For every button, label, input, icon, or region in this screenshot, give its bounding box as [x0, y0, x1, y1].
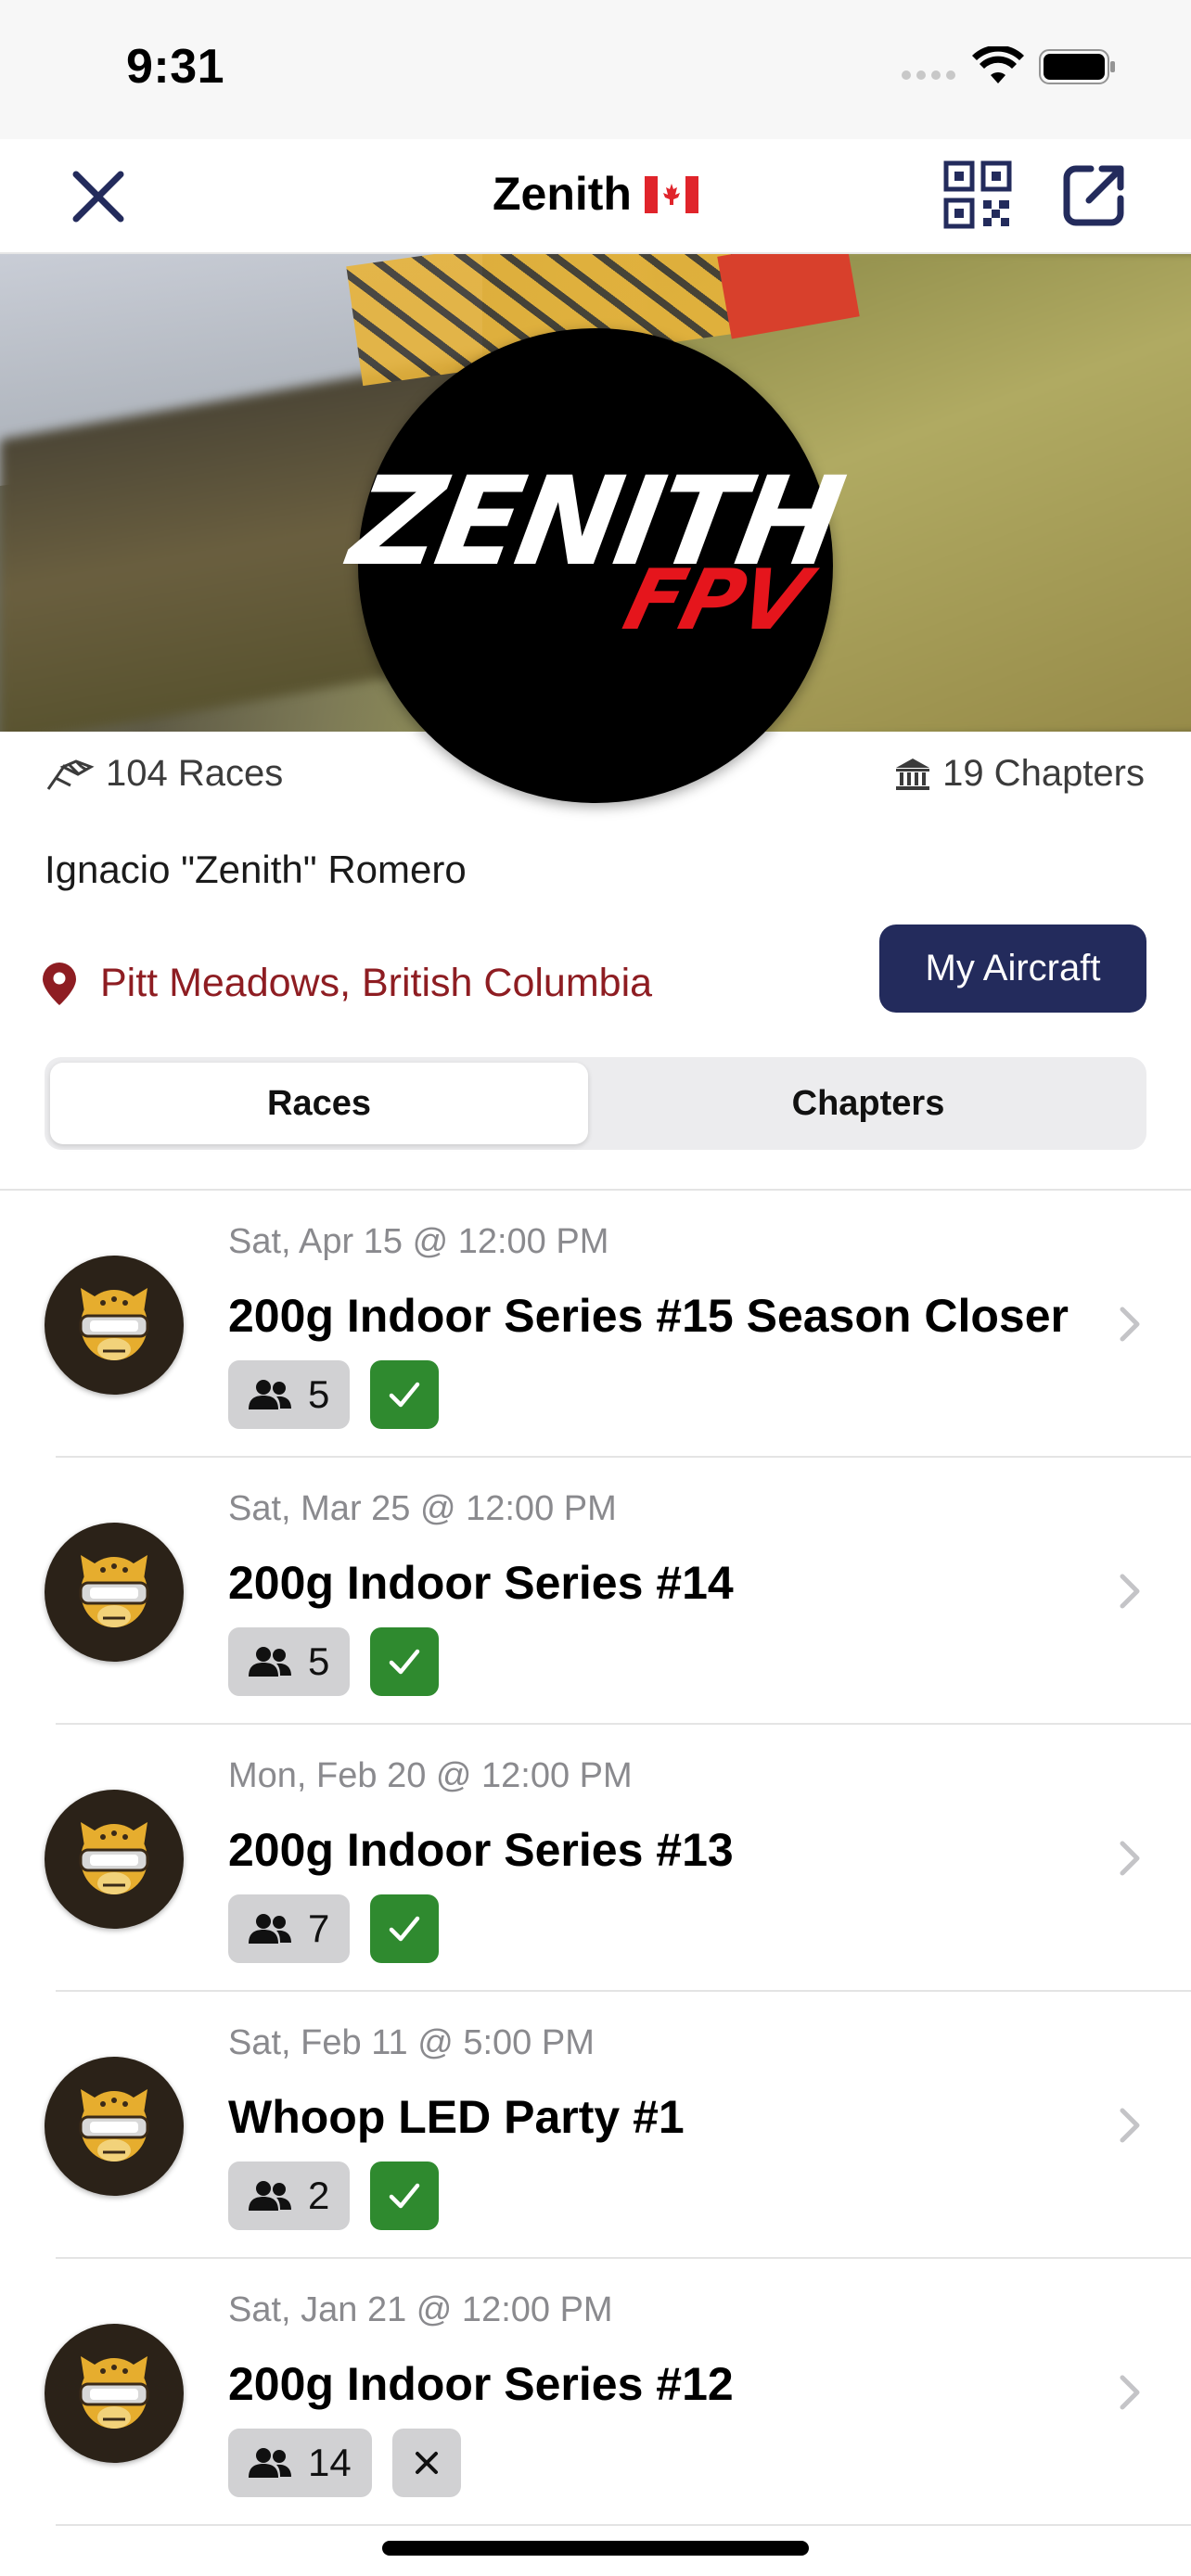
status-time: 9:31	[126, 40, 225, 94]
checkmark-icon	[390, 1916, 420, 1942]
race-list: Sat, Apr 15 @ 12:00 PM 200g Indoor Serie…	[0, 1191, 1191, 2526]
battery-icon	[1039, 49, 1115, 84]
logo-subtext: FPV	[615, 552, 817, 649]
pilot-count: 14	[308, 2441, 352, 2484]
x-mark-icon	[415, 2452, 438, 2474]
qr-code-icon	[943, 160, 1012, 229]
race-row[interactable]: Sat, Apr 15 @ 12:00 PM 200g Indoor Serie…	[0, 1191, 1191, 1458]
race-row[interactable]: Sat, Mar 25 @ 12:00 PM 200g Indoor Serie…	[0, 1458, 1191, 1725]
races-count-label: 104 Races	[106, 753, 284, 794]
race-status-badge	[370, 2162, 440, 2230]
race-badges: 5	[228, 1360, 440, 1429]
chevron-right-icon	[1120, 1574, 1140, 1609]
share-button[interactable]	[1057, 158, 1132, 232]
canada-flag-icon	[644, 171, 698, 224]
wifi-icon	[972, 46, 1024, 83]
chapter-mascot-icon	[79, 1555, 149, 1627]
race-date: Sat, Jan 21 @ 12:00 PM	[228, 2290, 613, 2329]
race-row[interactable]: Sat, Jan 21 @ 12:00 PM 200g Indoor Serie…	[0, 2259, 1191, 2526]
race-title: 200g Indoor Series #12	[228, 2358, 734, 2410]
pilots-icon	[249, 1380, 291, 1409]
pilots-icon	[249, 2448, 291, 2478]
race-title: 200g Indoor Series #13	[228, 1824, 734, 1876]
chapter-avatar	[45, 2324, 184, 2463]
home-indicator	[382, 2541, 809, 2556]
pilot-count: 2	[308, 2174, 330, 2217]
chapter-mascot-icon	[79, 1822, 149, 1894]
location-pin-icon	[43, 962, 76, 1005]
race-title: 200g Indoor Series #15 Season Closer	[228, 1290, 1069, 1342]
chapter-mascot-icon	[79, 2089, 149, 2162]
races-count: 104 Races	[45, 753, 283, 795]
checkered-flag-icon	[46, 759, 95, 790]
chevron-right-icon	[1120, 1841, 1140, 1876]
page-title-text: Zenith	[493, 168, 632, 220]
race-title: 200g Indoor Series #14	[228, 1557, 734, 1609]
race-badges: 7	[228, 1894, 440, 1963]
tab-chapters[interactable]: Chapters	[596, 1063, 1141, 1144]
building-icon	[896, 758, 930, 790]
race-date: Sat, Mar 25 @ 12:00 PM	[228, 1489, 617, 1528]
chevron-right-icon	[1120, 2108, 1140, 2143]
chevron-right-icon	[1120, 1307, 1140, 1342]
pilot-count-badge: 2	[228, 2162, 351, 2230]
checkmark-icon	[390, 1649, 420, 1675]
pilot-count-badge: 14	[228, 2429, 372, 2497]
tab-races[interactable]: Races	[50, 1063, 588, 1144]
pilot-name: Ignacio "Zenith" Romero	[45, 848, 467, 891]
qr-code-button[interactable]	[941, 158, 1015, 232]
race-date: Mon, Feb 20 @ 12:00 PM	[228, 1756, 633, 1795]
chapter-avatar	[45, 1790, 184, 1929]
location-label: Pitt Meadows, British Columbia	[100, 961, 653, 1005]
pilot-avatar: ZENITH FPV	[340, 328, 851, 803]
checkmark-icon	[390, 2183, 420, 2209]
race-row[interactable]: Mon, Feb 20 @ 12:00 PM 200g Indoor Serie…	[0, 1725, 1191, 1992]
nav-bar: Zenith	[0, 139, 1191, 254]
race-date: Sat, Apr 15 @ 12:00 PM	[228, 1222, 609, 1261]
race-badges: 2	[228, 2162, 440, 2230]
pilots-icon	[249, 1914, 291, 1944]
race-status-badge	[391, 2429, 461, 2497]
pilot-count-badge: 5	[228, 1627, 351, 1696]
chapter-avatar	[45, 1256, 184, 1395]
chapters-count: 19 Chapters	[894, 753, 1145, 795]
pilots-icon	[249, 1647, 291, 1677]
pilot-location[interactable]: Pitt Meadows, British Columbia	[43, 961, 652, 1006]
chapter-avatar	[45, 1523, 184, 1662]
races-chapters-segmented-control: Races Chapters	[45, 1057, 1146, 1150]
race-badges: 5	[228, 1627, 440, 1696]
my-aircraft-button[interactable]: My Aircraft	[879, 925, 1146, 1013]
race-row[interactable]: Sat, Feb 11 @ 5:00 PM Whoop LED Party #1…	[0, 1992, 1191, 2259]
pilots-icon	[249, 2181, 291, 2211]
chapter-avatar	[45, 2057, 184, 2196]
chapters-count-label: 19 Chapters	[942, 753, 1145, 794]
race-status-badge	[370, 1360, 440, 1429]
status-bar: 9:31	[0, 0, 1191, 139]
cellular-signal-icon	[902, 70, 955, 80]
race-status-badge	[370, 1894, 440, 1963]
race-date: Sat, Feb 11 @ 5:00 PM	[228, 2023, 595, 2062]
race-title: Whoop LED Party #1	[228, 2091, 685, 2143]
pilot-count: 5	[308, 1372, 330, 1416]
pilot-count-badge: 7	[228, 1894, 351, 1963]
chapter-mascot-icon	[79, 2356, 149, 2429]
race-status-badge	[370, 1627, 440, 1696]
pilot-count: 7	[308, 1906, 330, 1950]
chapter-mascot-icon	[79, 1288, 149, 1360]
race-badges: 14	[228, 2429, 461, 2497]
checkmark-icon	[390, 1382, 420, 1408]
pilot-count: 5	[308, 1639, 330, 1683]
pilot-count-badge: 5	[228, 1360, 351, 1429]
share-icon	[1063, 165, 1124, 226]
chevron-right-icon	[1120, 2375, 1140, 2410]
